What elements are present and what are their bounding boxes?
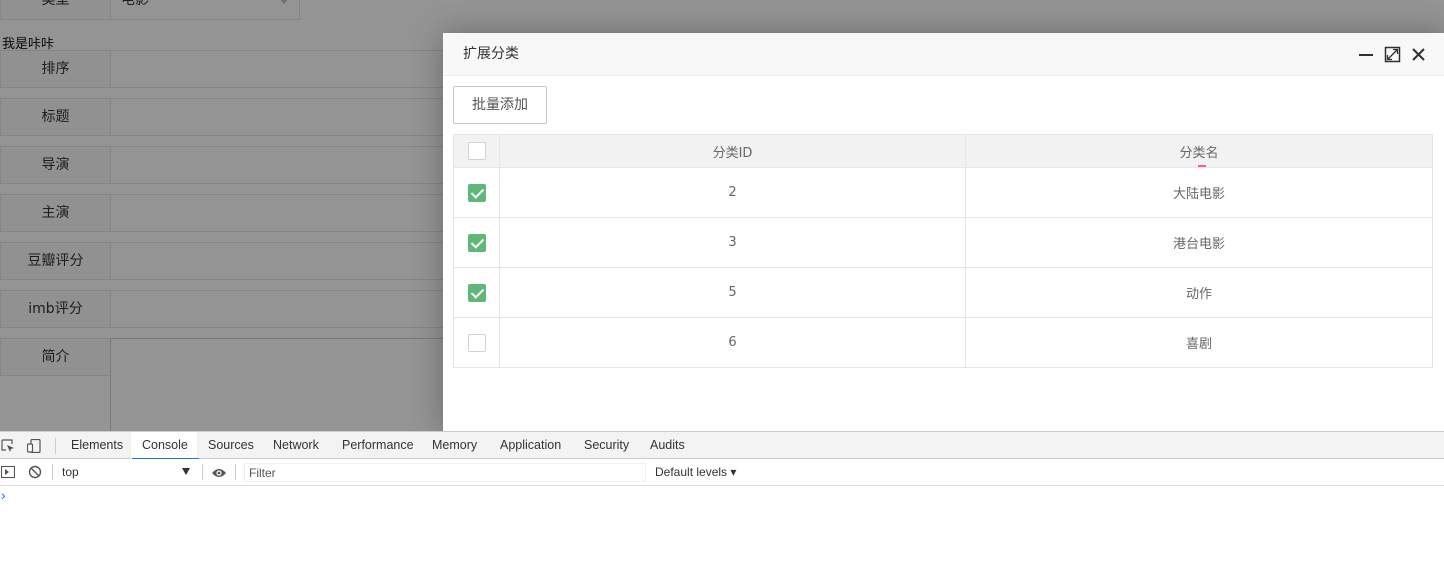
toolbar-divider (235, 464, 236, 480)
category-name: 大陆电影 (1172, 187, 1225, 202)
devtools-panel: Elements Console Sources Network Perform… (0, 431, 1444, 563)
category-id: 2 (500, 168, 966, 217)
toolbar-divider (52, 464, 53, 480)
tab-console[interactable]: Console (132, 432, 199, 460)
row-checkbox[interactable] (467, 183, 486, 202)
context-select[interactable]: top (58, 464, 196, 481)
row-checkbox-cell (454, 268, 500, 317)
clear-console-icon[interactable] (28, 465, 42, 479)
category-dialog: 扩展分类 批量添加 分类ID 分类名 2 大陆电影 3 港台电影 5 动作 6 … (443, 33, 1444, 431)
tab-security[interactable]: Security (584, 432, 629, 459)
table-row[interactable]: 2 大陆电影 (454, 167, 1432, 217)
toolbar-divider (202, 464, 203, 480)
column-header-name-label: 分类名 (1179, 145, 1219, 161)
console-toolbar: top Default levels ▾ (0, 459, 1444, 486)
log-levels-dropdown[interactable]: Default levels ▾ (655, 459, 736, 486)
table-header: 分类ID 分类名 (454, 135, 1432, 167)
row-checkbox[interactable] (467, 233, 486, 252)
tab-audits[interactable]: Audits (650, 432, 685, 459)
tab-network[interactable]: Network (273, 432, 319, 459)
minimize-icon[interactable] (1358, 46, 1375, 63)
dialog-title: 扩展分类 (463, 46, 519, 62)
select-all-checkbox[interactable] (467, 142, 486, 160)
row-checkbox-cell (454, 218, 500, 267)
row-checkbox-cell (454, 318, 500, 367)
category-id: 3 (500, 218, 966, 267)
row-checkbox-cell (454, 168, 500, 217)
table-row[interactable]: 5 动作 (454, 267, 1432, 317)
row-checkbox[interactable] (467, 333, 486, 352)
tab-sources[interactable]: Sources (208, 432, 254, 459)
tab-performance[interactable]: Performance (342, 432, 414, 459)
eye-icon[interactable] (211, 466, 226, 480)
batch-add-button[interactable]: 批量添加 (453, 86, 547, 124)
inspect-element-icon[interactable] (1, 439, 15, 453)
column-header-name[interactable]: 分类名 (966, 135, 1432, 167)
category-name: 动作 (1185, 287, 1212, 302)
header-checkbox-cell (454, 135, 500, 167)
tab-memory[interactable]: Memory (432, 432, 477, 459)
context-select-value: top (62, 465, 79, 479)
category-table: 分类ID 分类名 2 大陆电影 3 港台电影 5 动作 6 喜剧 (453, 134, 1433, 368)
tab-elements[interactable]: Elements (71, 432, 123, 459)
table-row[interactable]: 6 喜剧 (454, 317, 1432, 367)
console-prompt[interactable]: › (1, 487, 6, 503)
table-row[interactable]: 3 港台电影 (454, 217, 1432, 267)
category-id: 6 (500, 318, 966, 367)
maximize-icon[interactable] (1384, 46, 1401, 63)
tab-application[interactable]: Application (500, 432, 561, 459)
chevron-down-icon (182, 468, 190, 475)
row-checkbox[interactable] (467, 283, 486, 302)
device-toolbar-icon[interactable] (26, 438, 41, 454)
dialog-titlebar[interactable]: 扩展分类 (443, 33, 1444, 76)
toolbar-divider (55, 438, 56, 454)
category-id: 5 (500, 268, 966, 317)
category-name: 港台电影 (1172, 237, 1225, 252)
close-icon[interactable] (1410, 46, 1427, 63)
console-filter-input[interactable] (244, 463, 646, 482)
show-sidebar-icon[interactable] (0, 465, 16, 479)
category-name: 喜剧 (1185, 337, 1212, 352)
column-header-id[interactable]: 分类ID (500, 135, 966, 167)
devtools-tabbar: Elements Console Sources Network Perform… (0, 431, 1444, 460)
